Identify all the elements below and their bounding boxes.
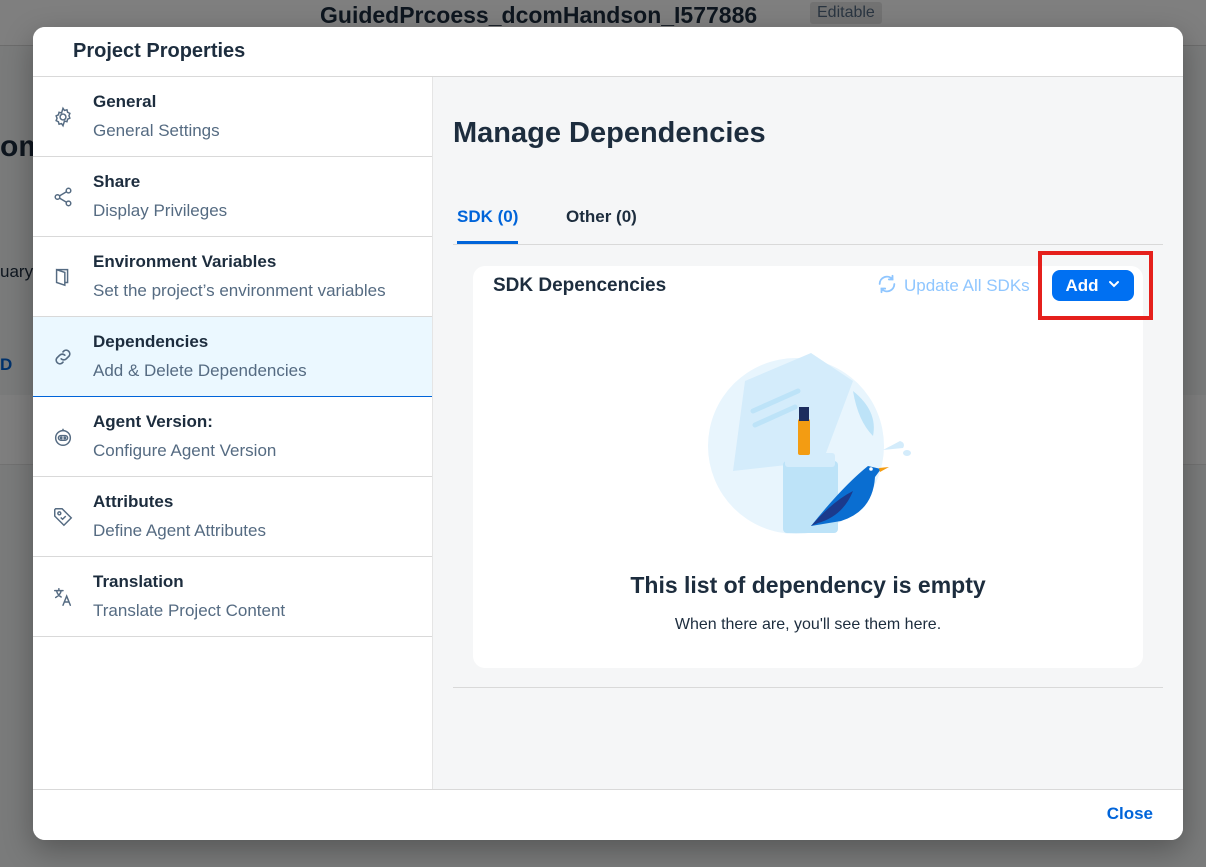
content-title: Manage Dependencies (453, 117, 766, 149)
sidebar-item-subtitle: Translate Project Content (93, 601, 286, 620)
dialog-header: Project Properties (33, 27, 1183, 77)
sidebar-item-general[interactable]: General General Settings (33, 77, 432, 157)
translate-icon (51, 585, 75, 609)
dialog-title: Project Properties (73, 40, 246, 62)
sidebar-item-attributes[interactable]: Attributes Define Agent Attributes (33, 477, 432, 557)
update-all-sdks-label: Update All SDKs (904, 276, 1030, 295)
close-button[interactable]: Close (1107, 804, 1153, 824)
add-button-label: Add (1065, 275, 1099, 295)
sidebar-item-subtitle: Display Privileges (93, 201, 228, 220)
link-icon (51, 345, 75, 369)
sidebar-item-title: Translation (93, 572, 184, 591)
sidebar-item-subtitle: Define Agent Attributes (93, 521, 266, 540)
book-icon (51, 265, 75, 289)
update-all-sdks-button[interactable]: Update All SDKs (876, 274, 1030, 298)
robot-icon (51, 425, 75, 449)
project-properties-dialog: Project Properties General General Setti… (33, 27, 1183, 840)
sidebar-item-title: Environment Variables (93, 252, 277, 271)
sidebar-item-dependencies[interactable]: Dependencies Add & Delete Dependencies (33, 317, 432, 397)
sidebar-item-translation[interactable]: Translation Translate Project Content (33, 557, 432, 637)
dialog-footer: Close (33, 789, 1183, 840)
chevron-down-icon (1107, 276, 1121, 296)
sidebar-item-subtitle: General Settings (93, 121, 220, 140)
add-dependency-button[interactable]: Add (1052, 270, 1134, 301)
sidebar-item-title: Attributes (93, 492, 174, 511)
sidebar-item-title: Dependencies (93, 332, 209, 351)
tag-icon (51, 505, 75, 529)
content-divider (453, 687, 1163, 688)
sidebar-item-subtitle: Set the project’s environment variables (93, 281, 386, 300)
gear-icon (51, 105, 75, 129)
sidebar-item-agent-version[interactable]: Agent Version: Configure Agent Version (33, 397, 432, 477)
empty-state-illustration (703, 351, 913, 541)
empty-state-subtitle: When there are, you'll see them here. (674, 616, 942, 633)
refresh-icon (876, 273, 898, 300)
dependencies-content: Manage Dependencies SDK (0) Other (0) SD… (433, 77, 1183, 789)
sidebar-item-title: General (93, 92, 157, 111)
tab-other[interactable]: Other (0) (566, 207, 637, 241)
card-title: SDK Depencencies (493, 275, 667, 296)
sidebar-item-subtitle: Configure Agent Version (93, 441, 277, 460)
sidebar-item-subtitle: Add & Delete Dependencies (93, 361, 307, 380)
dependency-tabs: SDK (0) Other (0) (453, 197, 1163, 245)
tab-sdk[interactable]: SDK (0) (457, 207, 519, 244)
share-icon (51, 185, 75, 209)
sidebar-item-title: Agent Version: (93, 412, 213, 431)
empty-state-title: This list of dependency is empty (630, 572, 986, 598)
sidebar-item-title: Share (93, 172, 141, 191)
sidebar-item-environment-variables[interactable]: Environment Variables Set the project’s … (33, 237, 432, 317)
properties-sidebar: General General Settings Share Display P… (33, 77, 433, 789)
sdk-dependencies-card: SDK Depencencies Update All SDKs Add Thi… (473, 251, 1153, 668)
sidebar-item-share[interactable]: Share Display Privileges (33, 157, 432, 237)
